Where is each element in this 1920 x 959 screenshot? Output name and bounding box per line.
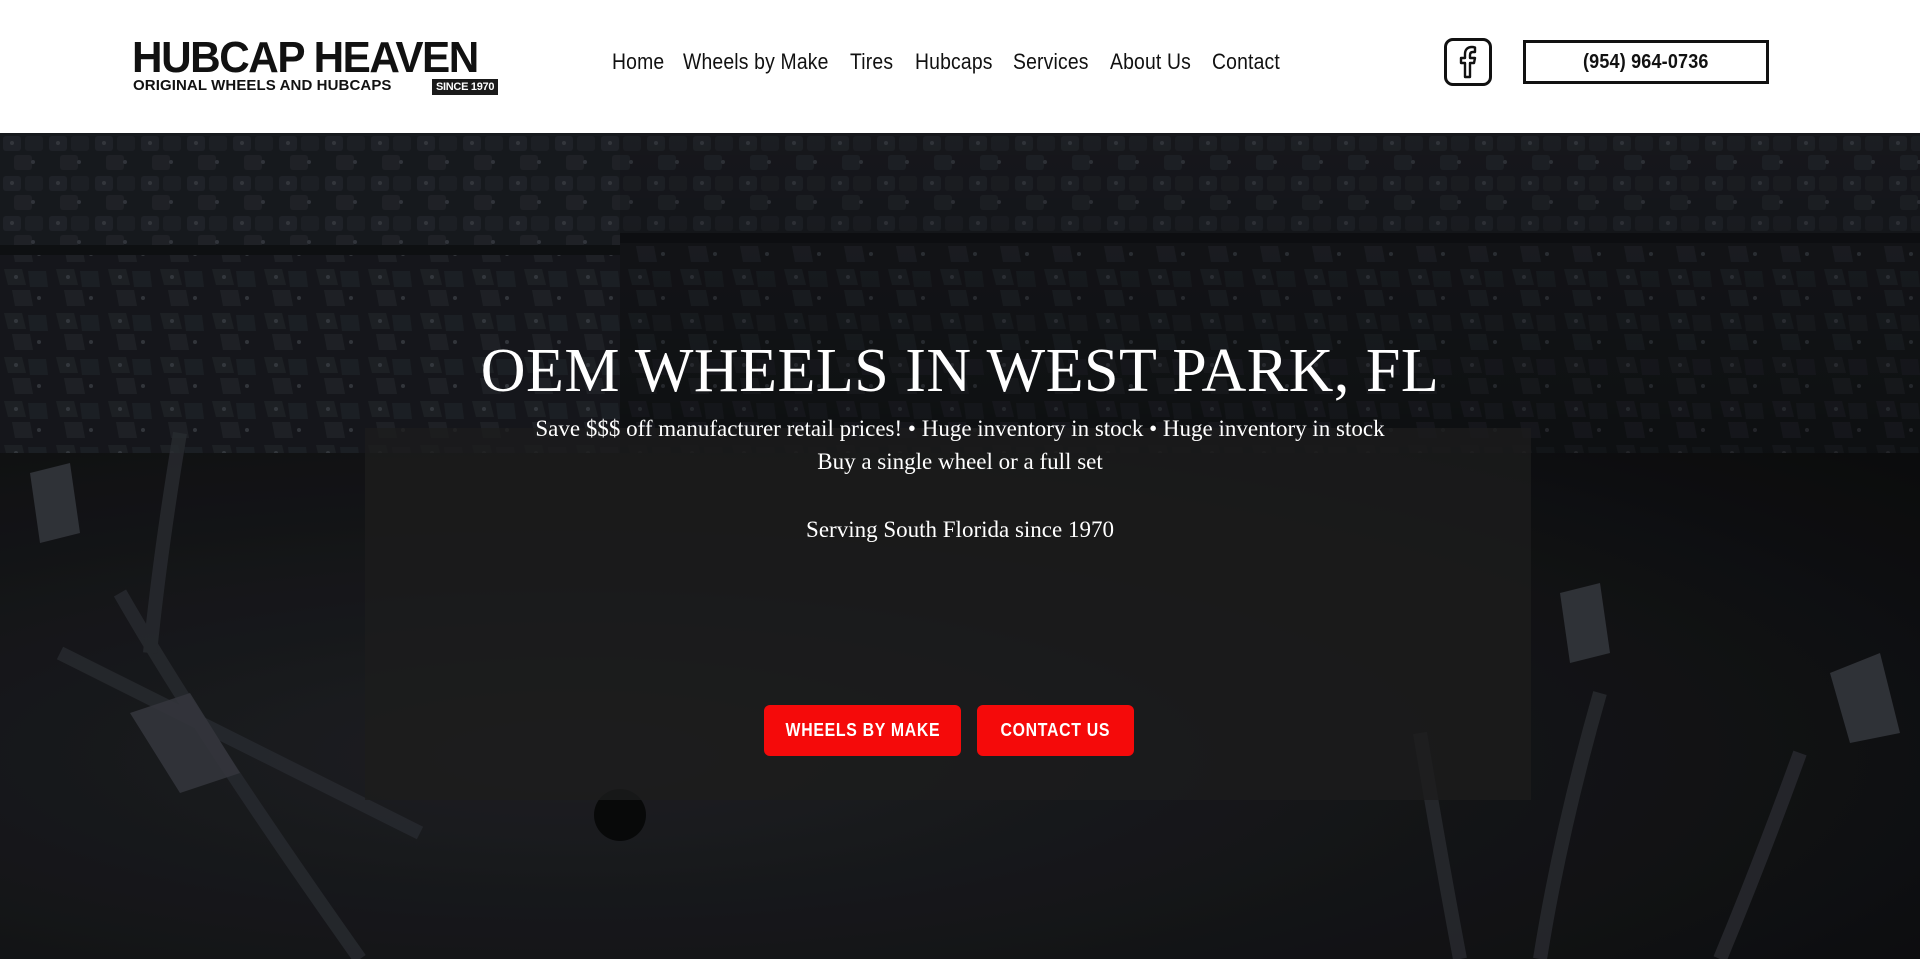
facebook-link[interactable]: [1444, 38, 1492, 86]
nav-item-contact[interactable]: Contact: [1212, 49, 1282, 75]
hero-cta-row: WHEELS BY MAKE CONTACT US: [764, 705, 1134, 757]
main-nav: Home Wheels by Make Tires Hubcaps Servic…: [612, 46, 1292, 78]
hero-subtitle-line-3: Serving South Florida since 1970: [806, 517, 1114, 542]
phone-number: (954) 964-0736: [1583, 50, 1709, 73]
wheels-by-make-button-label: WHEELS BY MAKE: [785, 720, 940, 740]
nav-item-about-us[interactable]: About Us: [1110, 49, 1200, 75]
nav-item-wheels-by-make[interactable]: Wheels by Make: [683, 49, 830, 75]
facebook-icon: [1459, 45, 1477, 79]
contact-us-button[interactable]: CONTACT US: [977, 705, 1134, 756]
logo-tagline: ORIGINAL WHEELS AND HUBCAPS: [133, 77, 392, 94]
nav-item-hubcaps[interactable]: Hubcaps: [915, 49, 1001, 75]
hero-subtitle-line-2: Buy a single wheel or a full set: [817, 449, 1103, 474]
site-header: HUBCAP HEAVEN ORIGINAL WHEELS AND HUBCAP…: [0, 0, 1920, 133]
wheels-by-make-button[interactable]: WHEELS BY MAKE: [764, 705, 961, 756]
hero-title: OEM WHEELS IN WEST PARK, FL: [480, 337, 1440, 405]
hero-section: [0, 133, 1920, 959]
logo-title: HUBCAP HEAVEN: [132, 33, 479, 82]
phone-button[interactable]: (954) 964-0736: [1523, 40, 1769, 84]
nav-item-tires[interactable]: Tires: [850, 49, 907, 75]
nav-item-services[interactable]: Services: [1013, 49, 1098, 75]
site-logo[interactable]: HUBCAP HEAVEN ORIGINAL WHEELS AND HUBCAP…: [132, 33, 504, 95]
logo-since-badge: SINCE 1970: [432, 79, 499, 95]
nav-item-home[interactable]: Home: [612, 49, 674, 75]
contact-us-button-label: CONTACT US: [1000, 720, 1111, 740]
hero-subtitle-line-1: Save $$$ off manufacturer retail prices!…: [535, 416, 1385, 441]
